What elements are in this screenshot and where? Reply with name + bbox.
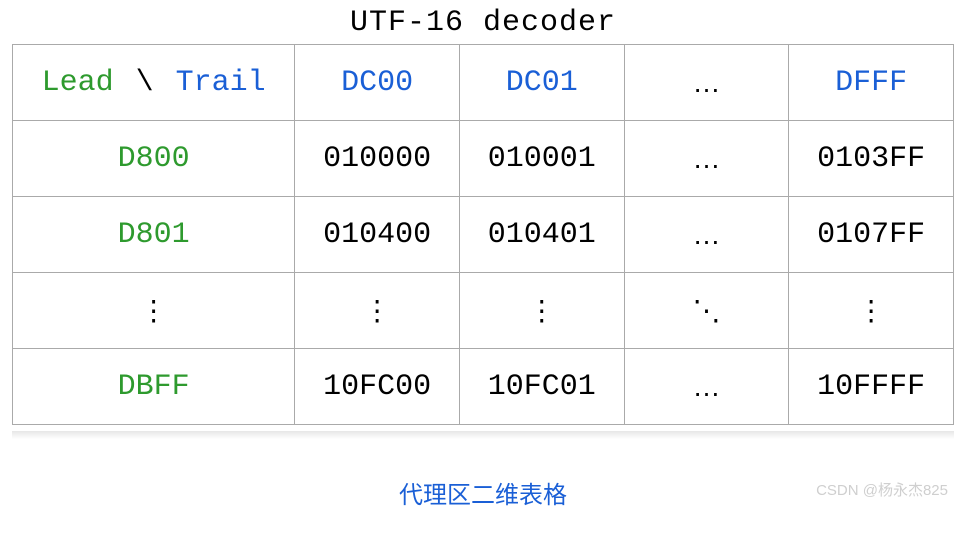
col-header: DFFF — [789, 45, 954, 121]
data-cell-ellipsis: ⋮ — [459, 273, 624, 349]
data-cell: 010400 — [295, 197, 460, 273]
corner-header: Lead \ Trail — [13, 45, 295, 121]
watermark: CSDN @杨永杰825 — [816, 479, 948, 500]
table-title: UTF-16 decoder — [12, 6, 954, 40]
data-cell-ellipsis: … — [624, 197, 789, 273]
table-row: DBFF 10FC00 10FC01 … 10FFFF — [13, 349, 954, 425]
lead-label: Lead — [42, 66, 114, 100]
caption-area: 代理区二维表格 CSDN @杨永杰825 — [0, 475, 966, 510]
data-cell: 0103FF — [789, 121, 954, 197]
table-container: UTF-16 decoder Lead \ Trail DC00 DC01 … … — [0, 0, 966, 431]
data-cell-ellipsis: … — [624, 349, 789, 425]
data-cell-ddots: ⋱ — [624, 273, 789, 349]
data-cell-ellipsis: ⋮ — [789, 273, 954, 349]
data-cell: 010000 — [295, 121, 460, 197]
col-header: DC00 — [295, 45, 460, 121]
data-cell: 010401 — [459, 197, 624, 273]
table-shadow — [12, 431, 954, 439]
data-cell: 010001 — [459, 121, 624, 197]
data-cell-ellipsis: … — [624, 121, 789, 197]
row-header: D800 — [13, 121, 295, 197]
data-cell: 10FC01 — [459, 349, 624, 425]
table-row: D800 010000 010001 … 0103FF — [13, 121, 954, 197]
trail-label: Trail — [176, 66, 266, 100]
caption-text: 代理区二维表格 — [399, 482, 567, 509]
col-header-ellipsis: … — [624, 45, 789, 121]
data-cell-ellipsis: ⋮ — [295, 273, 460, 349]
table-row-ellipsis: ⋮ ⋮ ⋮ ⋱ ⋮ — [13, 273, 954, 349]
row-header-ellipsis: ⋮ — [13, 273, 295, 349]
header-slash: \ — [136, 66, 154, 100]
data-cell: 0107FF — [789, 197, 954, 273]
data-cell: 10FC00 — [295, 349, 460, 425]
row-header: DBFF — [13, 349, 295, 425]
data-cell: 10FFFF — [789, 349, 954, 425]
table-header-row: Lead \ Trail DC00 DC01 … DFFF — [13, 45, 954, 121]
row-header: D801 — [13, 197, 295, 273]
table-row: D801 010400 010401 … 0107FF — [13, 197, 954, 273]
col-header: DC01 — [459, 45, 624, 121]
utf16-decoder-table: Lead \ Trail DC00 DC01 … DFFF D800 01000… — [12, 44, 954, 425]
